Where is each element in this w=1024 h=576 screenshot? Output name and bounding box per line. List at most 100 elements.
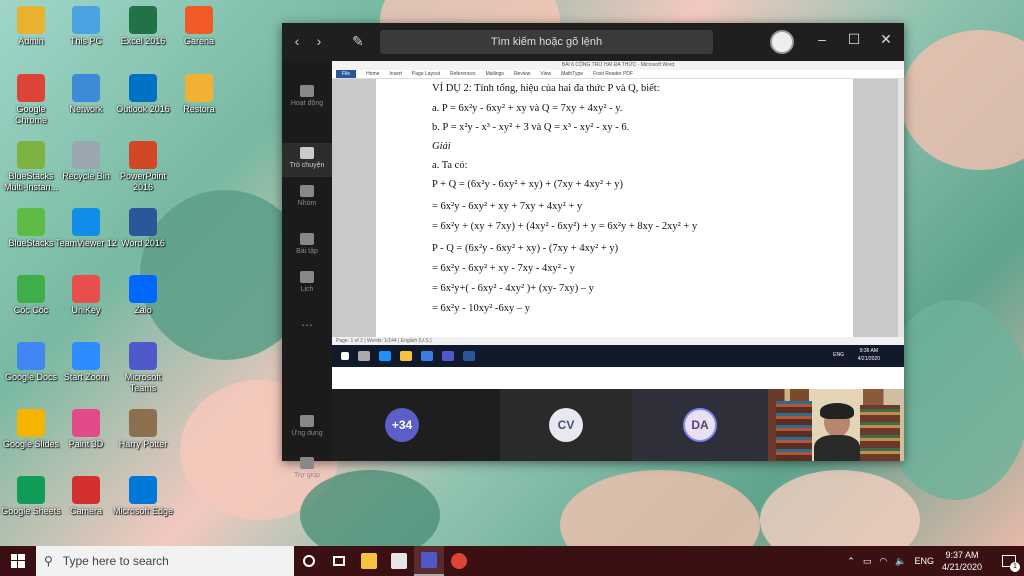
language-indicator[interactable]: ENG [914, 556, 934, 566]
desktop-icon-c-c-c-c[interactable]: Cốc Cốc [0, 271, 62, 333]
minimize-icon[interactable]: – [812, 31, 832, 47]
store-icon[interactable] [384, 546, 414, 576]
desktop-icon-harry-potter[interactable]: Harry Potter [112, 405, 174, 467]
rail-icon [300, 457, 314, 469]
desktop-icon-label: Microsoft Teams [124, 372, 162, 393]
wifi-icon[interactable]: ◠ [879, 556, 887, 567]
notification-count-badge: 1 [1010, 562, 1020, 572]
participant-tile-da[interactable]: DA [632, 389, 768, 461]
vertical-scrollbar[interactable] [898, 79, 904, 337]
shared-screen: BÀI 6 CỘNG TRỪ HAI ĐA THỨC - Microsoft W… [332, 61, 904, 389]
desktop-icon-bluestacks-multi-instan-[interactable]: BlueStacks Multi-Instan... [0, 137, 62, 199]
word-document-area: VÍ DỤ 2: Tính tổng, hiệu của hai đa thức… [332, 79, 904, 337]
ribbon-tab[interactable]: References [450, 70, 476, 78]
forward-icon[interactable]: › [308, 33, 330, 49]
app-icon [185, 74, 213, 102]
rail-label: Lịch [300, 286, 314, 293]
desktop-icon-unikey[interactable]: UniKey [55, 271, 117, 333]
app-icon [129, 275, 157, 303]
app-icon [17, 476, 45, 504]
ribbon-tab[interactable]: Foxit Reader PDF [593, 70, 633, 78]
ribbon-tab[interactable]: Page Layout [412, 70, 440, 78]
desktop-icon-start-zoom[interactable]: Start Zoom [55, 338, 117, 400]
overflow-count-badge[interactable]: +34 [385, 408, 419, 442]
self-video[interactable] [768, 389, 904, 461]
ribbon-tab[interactable]: Home [366, 70, 379, 78]
rail-item-4[interactable]: Lịch [282, 267, 332, 301]
shared-clock: 9:36 AM 4/21/2020 [857, 348, 880, 362]
back-icon[interactable]: ‹ [286, 33, 308, 49]
task-view-icon[interactable] [324, 546, 354, 576]
desktop-icon-google-docs[interactable]: Google Docs [0, 338, 62, 400]
desktop-icon-label: PowerPoint 2016 [119, 171, 167, 192]
rail-item-0[interactable]: Hoạt động [282, 81, 332, 115]
maximize-icon[interactable]: ☐ [844, 31, 864, 48]
rail-label: Trợ giúp [293, 472, 321, 479]
system-tray: ⌃ ▭ ◠ 🔈 ENG 9:37 AM 4/21/2020 1 [847, 546, 1024, 576]
app-icon [72, 476, 100, 504]
word-title: BÀI 6 CỘNG TRỪ HAI ĐA THỨC - Microsoft W… [561, 62, 675, 68]
desktop-icon-google-chrome[interactable]: Google Chrome [0, 70, 62, 132]
ribbon-tab[interactable]: View [540, 70, 551, 78]
battery-icon[interactable]: ▭ [863, 556, 872, 567]
desktop-icon-camera[interactable]: Camera [55, 472, 117, 534]
app-icon [17, 6, 45, 34]
desktop-icon-admin[interactable]: Admin [0, 2, 62, 64]
desktop-icon-google-slides[interactable]: Google Slides [0, 405, 62, 467]
rail-item-3[interactable]: Bài tập [282, 229, 332, 263]
desktop-icon-recycle-bin[interactable]: Recycle Bin [55, 137, 117, 199]
start-button[interactable] [0, 546, 36, 576]
app-icon [17, 275, 45, 303]
teams-taskbar-icon[interactable] [414, 546, 444, 576]
ribbon-tab[interactable]: Review [514, 70, 530, 78]
rail-item-6[interactable]: Ứng dụng [282, 411, 332, 445]
desktop-icon-restora[interactable]: Restora [168, 70, 230, 132]
rail-item-5[interactable]: ... [282, 309, 332, 343]
desktop-icon-paint-3d[interactable]: Paint 3D [55, 405, 117, 467]
desktop-icon-word-2016[interactable]: Word 2016 [112, 204, 174, 266]
desktop-icon-microsoft-edge[interactable]: Microsoft Edge [112, 472, 174, 534]
document-line: a. Ta có: [432, 160, 468, 171]
document-line: b. P = x²y - x³ - xy² + 3 và Q = x³ - xy… [432, 122, 630, 133]
desktop-icon-teamviewer-12[interactable]: TeamViewer 12 [55, 204, 117, 266]
ribbon-tab[interactable]: File [336, 70, 357, 78]
desktop-icon-microsoft-teams[interactable]: Microsoft Teams [112, 338, 174, 400]
desktop-icon-network[interactable]: Network [55, 70, 117, 132]
clock[interactable]: 9:37 AM 4/21/2020 [942, 549, 982, 573]
desktop-icon-zalo[interactable]: Zalo [112, 271, 174, 333]
search-icon: ⚲ [44, 554, 53, 568]
ribbon-tab[interactable]: Insert [389, 70, 402, 78]
teams-search-input[interactable]: Tìm kiếm hoặc gõ lệnh [380, 30, 713, 54]
close-icon[interactable]: ✕ [876, 31, 896, 48]
file-explorer-icon[interactable] [354, 546, 384, 576]
rail-item-7[interactable]: Trợ giúp [282, 453, 332, 487]
notification-center-icon[interactable]: 1 [994, 546, 1024, 576]
user-avatar[interactable] [770, 30, 794, 54]
compose-icon[interactable]: ✎ [352, 33, 364, 50]
ribbon-tab[interactable]: MathType [561, 70, 583, 78]
rail-item-2[interactable]: Nhóm [282, 181, 332, 215]
desktop-icon-powerpoint-2016[interactable]: PowerPoint 2016 [112, 137, 174, 199]
document-line: P + Q = (6x²y - 6xy² + xy) + (7xy + 4xy²… [432, 179, 623, 190]
desktop-icon-excel-2016[interactable]: Excel 2016 [112, 2, 174, 64]
participant-tile-cv[interactable]: CV [500, 389, 632, 461]
participant-overflow[interactable]: +34 [332, 389, 472, 461]
taskbar-search-box[interactable]: ⚲ Type here to search [36, 546, 294, 576]
desktop-icon-label: Microsoft Edge [112, 506, 174, 516]
chrome-taskbar-icon[interactable] [444, 546, 474, 576]
desktop-icon-bluestacks[interactable]: BlueStacks [0, 204, 62, 266]
desktop-icon-outlook-2016[interactable]: Outlook 2016 [112, 70, 174, 132]
cortana-icon[interactable] [294, 546, 324, 576]
desktop-icon-label: Admin [18, 36, 44, 46]
rail-label: Hoạt động [290, 100, 324, 107]
desktop-icon-label: Google Slides [2, 439, 60, 449]
rail-item-1[interactable]: Trò chuyện [282, 143, 332, 177]
desktop-icon-this-pc[interactable]: This PC [55, 2, 117, 64]
desktop-icon-garena[interactable]: Garena [168, 2, 230, 64]
desktop-icon-google-sheets[interactable]: Google Sheets [0, 472, 62, 534]
app-icon [129, 74, 157, 102]
app-icon [72, 208, 100, 236]
ribbon-tab[interactable]: Mailings [486, 70, 504, 78]
show-hidden-icons[interactable]: ⌃ [847, 556, 855, 567]
volume-icon[interactable]: 🔈 [895, 556, 906, 567]
